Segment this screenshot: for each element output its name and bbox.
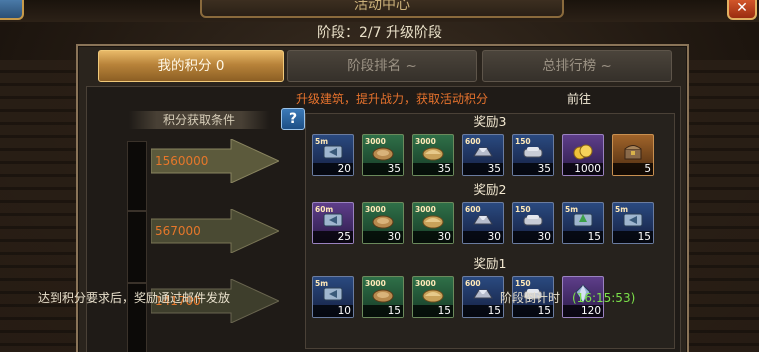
item-tag: 3000 (365, 205, 386, 214)
item-count: 30 (413, 231, 453, 243)
tier-3-threshold: 1560000 (151, 139, 279, 183)
item-count: 15 (563, 231, 603, 243)
reward-item[interactable]: 5 (612, 134, 654, 176)
reward-item[interactable]: 3000 30 (412, 202, 454, 244)
tier-title: 奖励3 (473, 114, 507, 129)
item-count: 30 (463, 231, 503, 243)
item-count: 15 (463, 305, 503, 317)
item-tag: 60m (315, 205, 334, 214)
progress-column (127, 141, 147, 352)
reward-item[interactable]: 3000 30 (362, 202, 404, 244)
item-count: 15 (613, 231, 653, 243)
item-count: 35 (413, 163, 453, 175)
item-tag: 5m (615, 205, 629, 214)
progress-divider (128, 282, 146, 284)
reward-item[interactable]: 600 15 (462, 276, 504, 318)
close-icon: ✕ (736, 0, 748, 16)
reward-item[interactable]: 3000 15 (412, 276, 454, 318)
gold-coins-icon (571, 142, 595, 162)
item-count: 30 (513, 231, 553, 243)
tier-2-threshold: 567000 (151, 209, 279, 253)
question-icon: ? (288, 111, 298, 127)
help-button[interactable]: ? (281, 108, 305, 130)
tier-score: 1560000 (155, 154, 209, 168)
item-tag: 5m (315, 279, 329, 288)
countdown-label: 阶段倒计时 (500, 291, 561, 305)
item-count: 20 (313, 163, 353, 175)
reward-item[interactable]: 60m 25 (312, 202, 354, 244)
item-count: 10 (313, 305, 353, 317)
item-tag: 150 (515, 205, 531, 214)
rewards-content: 升级建筑，提升战力，获取活动积分 前往 积分获取条件 ? 1560000 567… (86, 86, 681, 352)
back-button[interactable] (0, 0, 24, 20)
mail-delivery-note: 达到积分要求后，奖励通过邮件发放 (38, 291, 231, 305)
item-count: 120 (563, 305, 603, 317)
close-button[interactable]: ✕ (727, 0, 757, 20)
item-tag: 150 (515, 137, 531, 146)
item-tag: 3000 (365, 137, 386, 146)
tier-title: 奖励1 (473, 256, 507, 271)
reward-row: 5m 20 3000 35 3000 35 600 35 150 35 1000 5 (312, 134, 668, 178)
tier-score: 567000 (155, 224, 201, 238)
reward-item[interactable]: 5m 15 (562, 202, 604, 244)
item-tag: 600 (465, 137, 481, 146)
item-tag: 3000 (415, 279, 436, 288)
reward-item[interactable]: 150 35 (512, 134, 554, 176)
conditions-label: 积分获取条件 (129, 111, 269, 129)
item-count: 35 (513, 163, 553, 175)
item-count: 35 (363, 163, 403, 175)
reward-item[interactable]: 3000 35 (412, 134, 454, 176)
tab-bar: 我的积分 0 阶段排名 ~ 总排行榜 ~ (94, 50, 674, 82)
item-tag: 3000 (365, 279, 386, 288)
tier-title: 奖励2 (473, 182, 507, 197)
item-tag: 600 (465, 279, 481, 288)
reward-row: 60m 25 3000 30 3000 30 600 30 150 30 5m 15 5m 15 (312, 202, 668, 246)
reward-item[interactable]: 1000 (562, 134, 604, 176)
tab-overall-ranking[interactable]: 总排行榜 ~ (482, 50, 672, 82)
item-count: 30 (363, 231, 403, 243)
reward-item[interactable]: 5m 10 (312, 276, 354, 318)
reward-item[interactable]: 600 30 (462, 202, 504, 244)
points-notice: 升级建筑，提升战力，获取活动积分 (295, 92, 488, 106)
item-count: 5 (613, 163, 653, 175)
item-tag: 5m (565, 205, 579, 214)
title-plate: 活动中心 (200, 0, 564, 18)
item-tag: 3000 (415, 205, 436, 214)
reward-item[interactable]: 5m 20 (312, 134, 354, 176)
countdown-timer: (16:15:53) (572, 291, 636, 305)
progress-divider (128, 210, 146, 212)
stage-indicator: 阶段：2/7 升级阶段 (317, 25, 442, 41)
chest-icon (621, 142, 645, 162)
item-count: 1000 (563, 163, 603, 175)
item-tag: 150 (515, 279, 531, 288)
item-count: 25 (313, 231, 353, 243)
reward-item[interactable]: 3000 15 (362, 276, 404, 318)
goto-button[interactable]: 前往 (549, 89, 609, 109)
item-count: 15 (513, 305, 553, 317)
item-count: 15 (413, 305, 453, 317)
item-count: 15 (363, 305, 403, 317)
item-tag: 600 (465, 205, 481, 214)
reward-list: 奖励3 5m 20 3000 35 3000 35 600 35 150 35 1000 5 奖励2 … (305, 113, 675, 349)
reward-item[interactable]: 3000 35 (362, 134, 404, 176)
item-count: 35 (463, 163, 503, 175)
item-tag: 5m (315, 137, 329, 146)
tab-my-points[interactable]: 我的积分 0 (98, 50, 284, 82)
game-event-screen: 活动中心 ✕ 阶段：2/7 升级阶段 我的积分 0 阶段排名 ~ 总排行榜 ~ … (0, 0, 759, 352)
tab-stage-ranking[interactable]: 阶段排名 ~ (287, 50, 477, 82)
background-stairs-right (679, 60, 759, 352)
reward-item[interactable]: 600 35 (462, 134, 504, 176)
page-title: 活动中心 (354, 0, 410, 13)
reward-item[interactable]: 150 30 (512, 202, 554, 244)
reward-item[interactable]: 5m 15 (612, 202, 654, 244)
item-tag: 3000 (415, 137, 436, 146)
background-stairs-left (0, 60, 80, 352)
